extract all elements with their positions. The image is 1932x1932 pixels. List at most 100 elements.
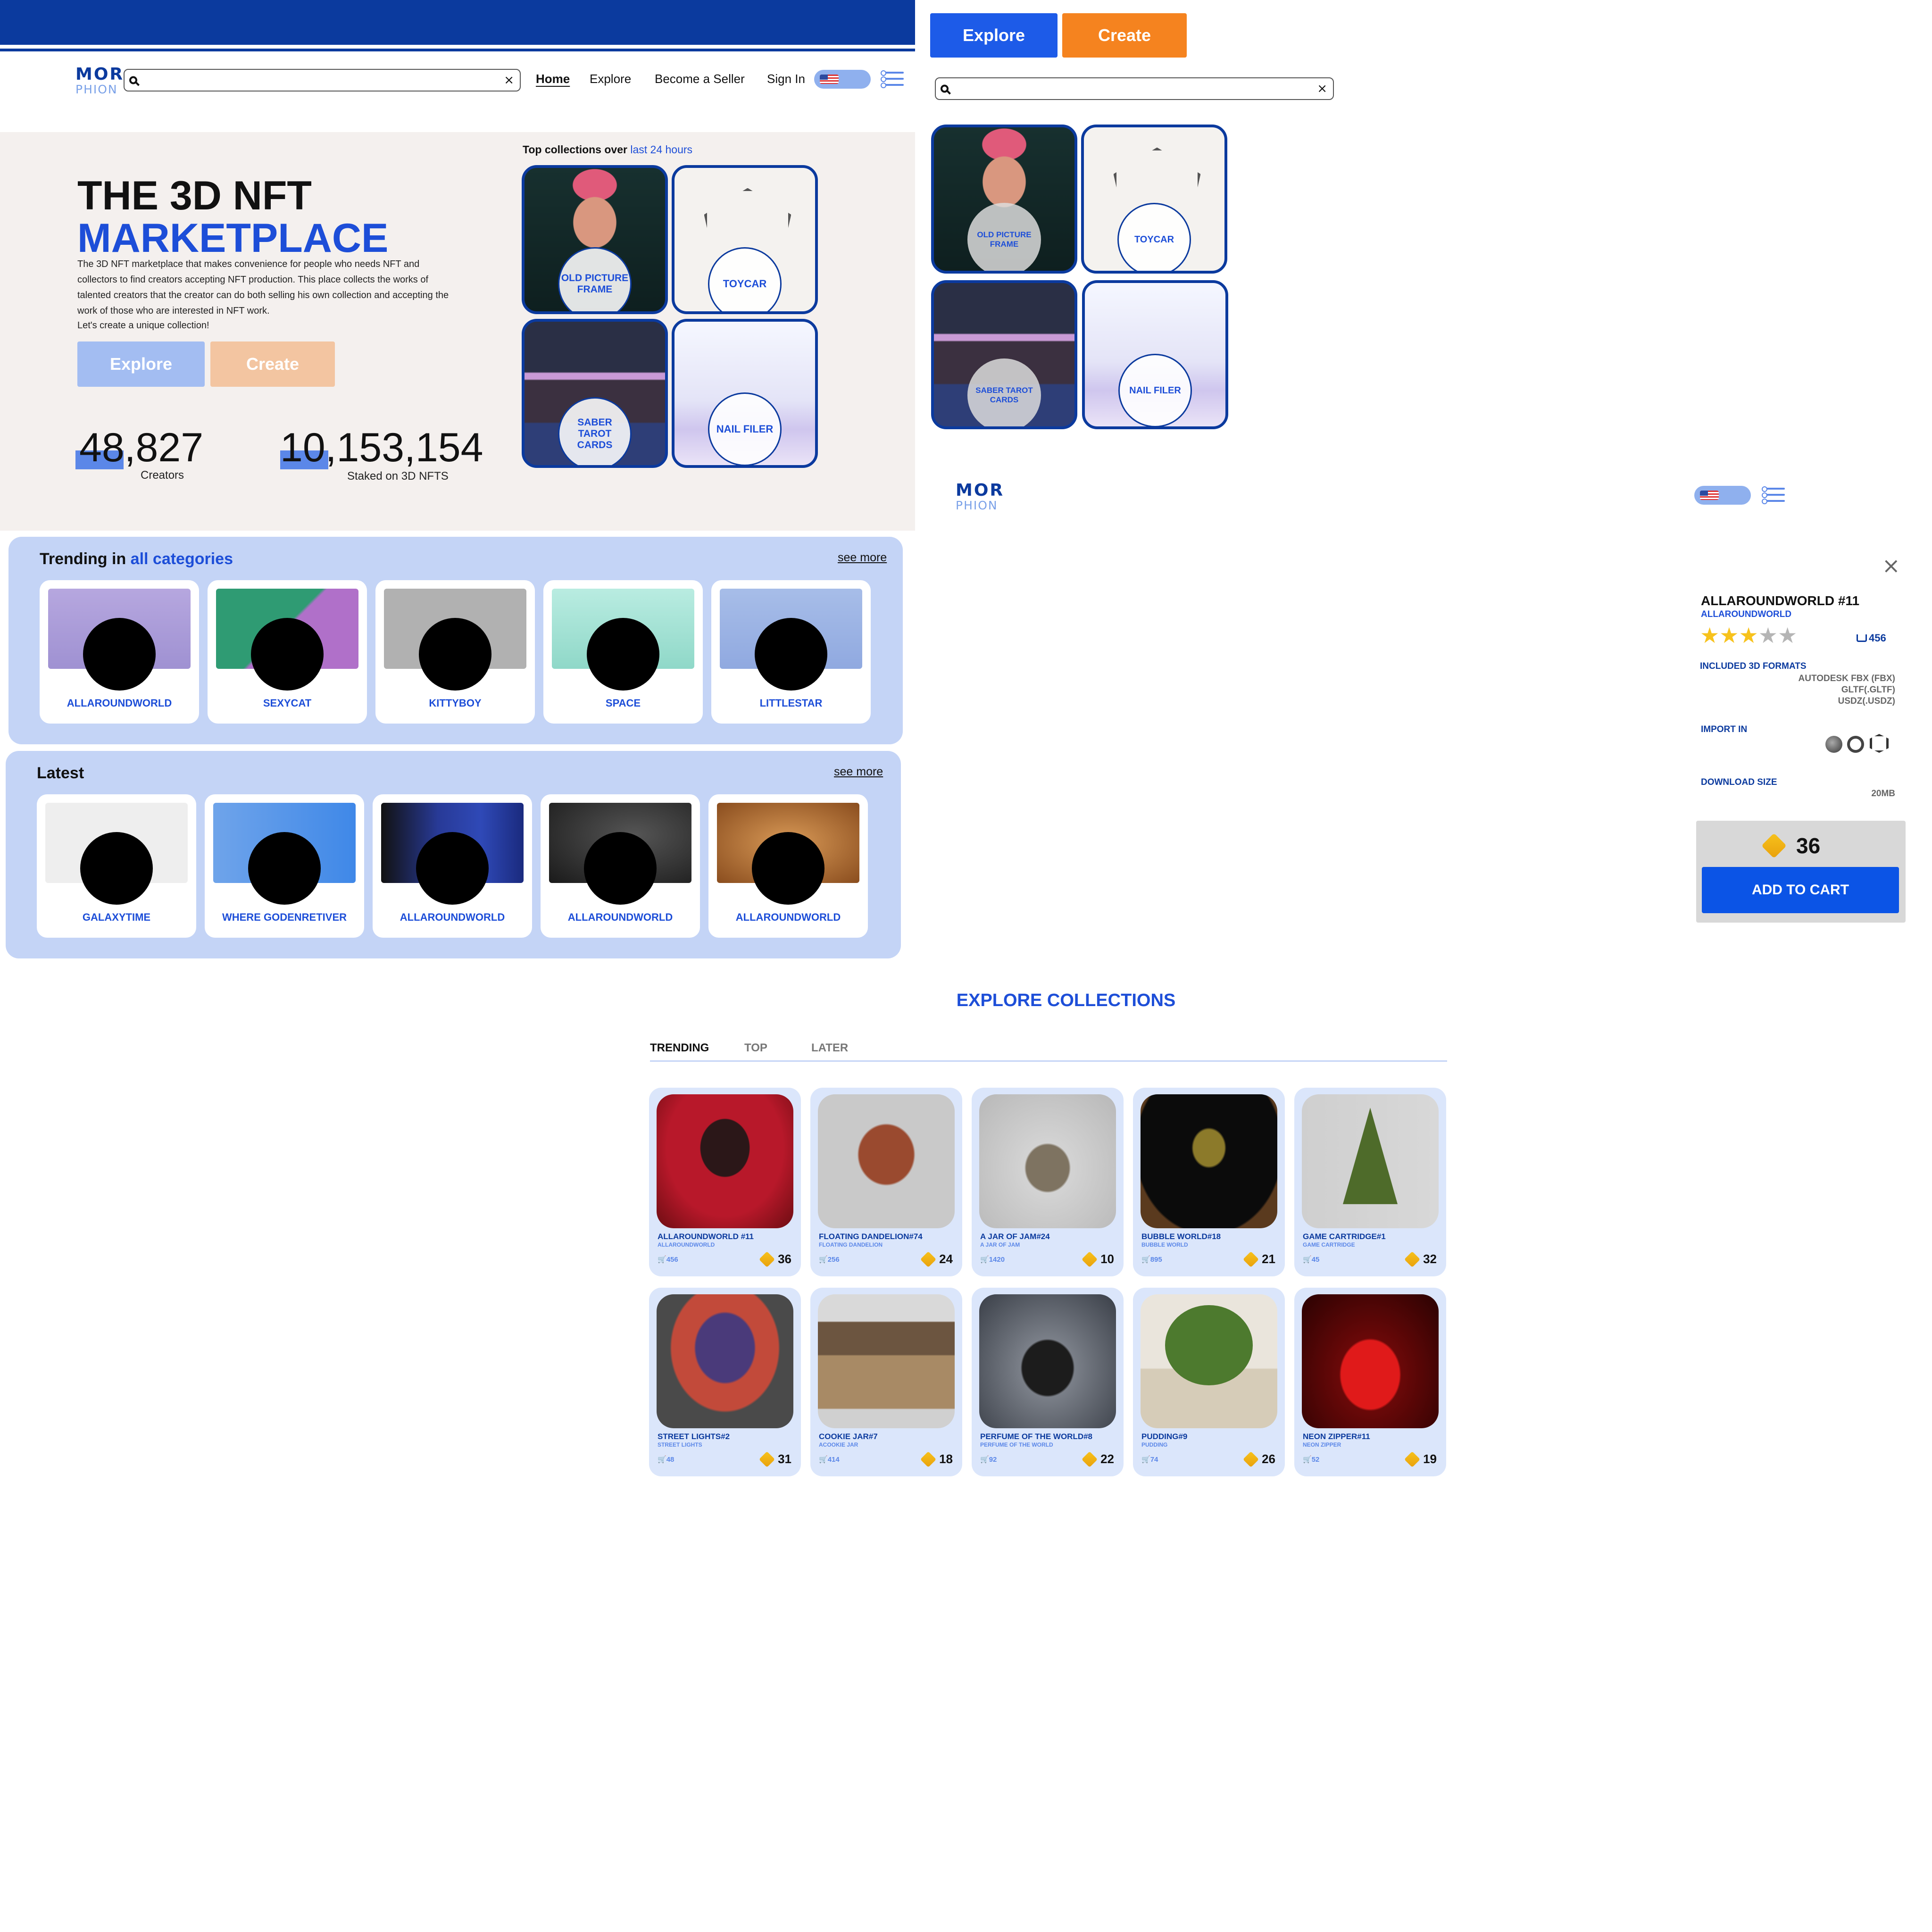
cart-icon: 🛒	[980, 1456, 989, 1464]
collection-card[interactable]: ALLAROUNDWORLD #11 ALLAROUNDWORLD 🛒456 3…	[649, 1088, 801, 1276]
nav-sign-in[interactable]: Sign In	[767, 72, 805, 86]
avatar	[248, 832, 321, 905]
trending-card[interactable]: SEXYCAT	[208, 580, 367, 724]
create-button[interactable]: Create	[1062, 13, 1187, 58]
cart-icon: 🛒	[658, 1256, 666, 1264]
import-label: IMPORT IN	[1701, 724, 1748, 734]
collection-card[interactable]: COOKIE JAR#7 ACOOKIE JAR 🛒414 18	[810, 1288, 962, 1476]
logo[interactable]: MOR PHION	[75, 66, 124, 96]
coin-icon	[1404, 1451, 1420, 1467]
trending-card[interactable]: SPACE	[543, 580, 703, 724]
product-price: 36	[1796, 833, 1821, 858]
avatar	[584, 832, 657, 905]
blender-icon[interactable]	[1847, 736, 1864, 753]
clear-search-icon[interactable]: ×	[504, 74, 514, 86]
avatar	[80, 832, 153, 905]
nav-home[interactable]: Home	[536, 72, 570, 86]
search-input[interactable]: ×	[935, 77, 1334, 100]
coin-icon	[920, 1451, 936, 1467]
rating-stars: ★ ★ ★ ★ ★	[1700, 625, 1797, 646]
stat-staked-value: 10,153,154	[280, 425, 483, 470]
collection-card[interactable]: NEON ZIPPER#11 NEON ZIPPER 🛒52 19	[1294, 1288, 1446, 1476]
collection-tile[interactable]: SABER TAROT CARDS	[931, 280, 1077, 429]
trending-card[interactable]: KITTYBOY	[375, 580, 535, 724]
latest-see-more-link[interactable]: see more	[834, 765, 883, 779]
collection-tile[interactable]: OLD PICTURE FRAME	[931, 125, 1077, 274]
trending-see-more-link[interactable]: see more	[838, 551, 887, 565]
collection-card[interactable]: BUBBLE WORLD#18 BUBBLE WORLD 🛒895 21	[1133, 1088, 1285, 1276]
cart-count: 456	[1857, 632, 1886, 644]
top-collection-tile[interactable]: OLD PICTURE FRAME	[522, 165, 668, 314]
trending-card[interactable]: ALLAROUNDWORLD	[40, 580, 199, 724]
hero-tagline: Let's create a unique collection!	[77, 320, 209, 331]
avatar	[83, 618, 156, 691]
nav-explore[interactable]: Explore	[590, 72, 631, 86]
download-label: DOWNLOAD SIZE	[1701, 777, 1777, 787]
coin-icon	[1404, 1251, 1420, 1267]
collection-tile[interactable]: TOYCAR	[1081, 125, 1227, 274]
latest-card[interactable]: ALLAROUNDWORLD	[373, 794, 532, 938]
menu-icon[interactable]	[881, 70, 904, 88]
top-collection-tile[interactable]: NAIL FILER	[672, 319, 818, 468]
collection-card[interactable]: PERFUME OF THE WORLD#8 PERFUME OF THE WO…	[972, 1288, 1124, 1476]
avatar	[419, 618, 491, 691]
tab-top[interactable]: TOP	[744, 1041, 767, 1055]
format-item: AUTODESK FBX (FBX)	[1798, 674, 1895, 683]
coin-icon	[759, 1251, 775, 1267]
coin-icon	[920, 1251, 936, 1267]
us-flag-icon	[1700, 491, 1719, 500]
stat-creators-value: 48,827	[79, 425, 204, 470]
explore-button[interactable]: Explore	[930, 13, 1058, 58]
collection-card[interactable]: FLOATING DANDELION#74 FLOATING DANDELION…	[810, 1088, 962, 1276]
cart-icon	[1857, 634, 1867, 642]
trending-card[interactable]: LITTLESTAR	[711, 580, 871, 724]
coin-icon	[759, 1451, 775, 1467]
cinema4d-icon[interactable]	[1825, 736, 1842, 753]
cart-icon: 🛒	[980, 1256, 989, 1264]
us-flag-icon	[820, 75, 839, 84]
clear-search-icon[interactable]: ×	[1317, 83, 1327, 95]
avatar	[755, 618, 827, 691]
star-icon: ★	[1739, 623, 1758, 648]
download-size: 20MB	[1871, 789, 1895, 799]
language-toggle[interactable]	[1694, 486, 1751, 505]
hero-explore-button[interactable]: Explore	[77, 341, 205, 387]
top-collection-tile[interactable]: SABER TAROT CARDS	[522, 319, 668, 468]
menu-icon[interactable]	[1762, 486, 1785, 504]
search-input[interactable]: ×	[124, 69, 521, 92]
close-icon[interactable]: ×	[1882, 555, 1900, 576]
avatar	[416, 832, 489, 905]
top-collection-tile[interactable]: TOYCAR	[672, 165, 818, 314]
unity-icon[interactable]	[1870, 734, 1889, 753]
hero-title-line2: MARKETPLACE	[77, 216, 389, 261]
nav-become-seller[interactable]: Become a Seller	[655, 72, 745, 86]
stat-creators-label: Creators	[141, 469, 184, 482]
collection-card[interactable]: GAME CARTRIDGE#1 GAME CARTRIDGE 🛒45 32	[1294, 1088, 1446, 1276]
tab-later[interactable]: LATER	[811, 1041, 848, 1055]
latest-card[interactable]: ALLAROUNDWORLD	[541, 794, 700, 938]
cart-icon: 🛒	[658, 1456, 666, 1464]
hero-create-button[interactable]: Create	[210, 341, 335, 387]
avatar	[251, 618, 324, 691]
latest-card[interactable]: ALLAROUNDWORLD	[708, 794, 868, 938]
format-item: GLTF(.GLTF)	[1841, 685, 1895, 695]
search-icon	[129, 76, 137, 84]
logo[interactable]: MOR PHION	[956, 482, 1004, 512]
stat-staked-label: Staked on 3D NFTS	[347, 470, 449, 483]
hero-description: The 3D NFT marketplace that makes conven…	[77, 259, 449, 316]
header-divider	[0, 49, 915, 51]
collection-card[interactable]: STREET LIGHTS#2 STREET LIGHTS 🛒48 31	[649, 1288, 801, 1476]
collection-card[interactable]: PUDDING#9 PUDDING 🛒74 26	[1133, 1288, 1285, 1476]
add-to-cart-button[interactable]: ADD TO CART	[1702, 867, 1899, 913]
collection-tile[interactable]: NAIL FILER	[1082, 280, 1228, 429]
hero-title-line1: THE 3D NFT	[77, 173, 312, 218]
format-item: USDZ(.USDZ)	[1838, 696, 1895, 706]
collection-card[interactable]: A JAR OF JAM#24 A JAR OF JAM 🛒1420 10	[972, 1088, 1124, 1276]
coin-icon	[1243, 1451, 1259, 1467]
tab-trending[interactable]: TRENDING	[650, 1041, 709, 1055]
latest-card[interactable]: GALAXYTIME	[37, 794, 196, 938]
language-toggle[interactable]	[814, 70, 871, 89]
latest-card[interactable]: WHERE GODENRETIVER	[205, 794, 364, 938]
star-icon: ★	[1758, 623, 1778, 648]
star-icon: ★	[1778, 623, 1798, 648]
